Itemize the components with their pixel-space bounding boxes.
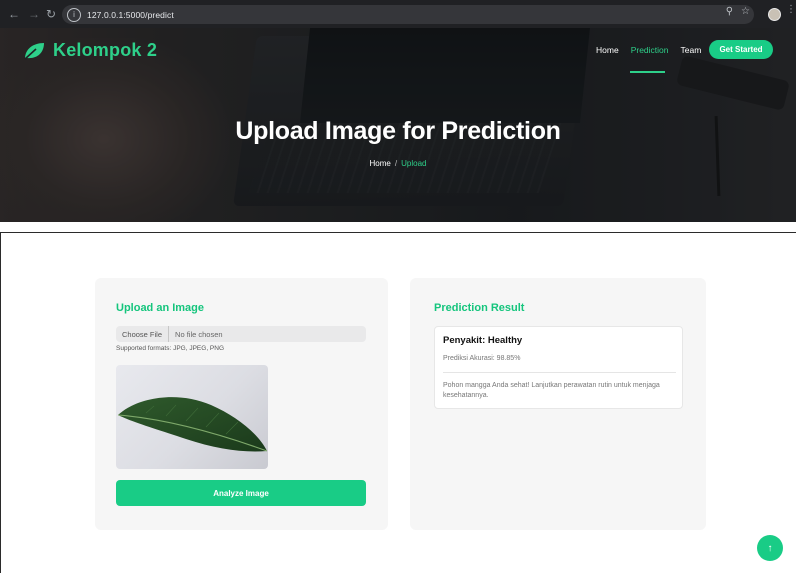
- result-divider: [443, 372, 676, 373]
- main-nav: Home Prediction Team: [596, 45, 713, 55]
- arrow-up-icon: ↑: [767, 542, 773, 554]
- breadcrumb-separator: /: [394, 159, 398, 168]
- reload-icon[interactable]: ↻: [43, 6, 59, 22]
- nav-home[interactable]: Home: [596, 45, 619, 55]
- hero-banner: Kelompok 2 Home Prediction Team Get Star…: [0, 28, 796, 222]
- browser-toolbar: ← → ↻ i 127.0.0.1:5000/predict ⚲ ☆ ⋮: [0, 0, 796, 28]
- profile-avatar[interactable]: [768, 8, 781, 21]
- active-nav-indicator: [630, 71, 665, 73]
- url-text[interactable]: 127.0.0.1:5000/predict: [87, 10, 174, 20]
- page-title: Upload Image for Prediction: [235, 117, 561, 145]
- breadcrumb-home[interactable]: Home: [370, 159, 391, 168]
- file-status: No file chosen: [175, 329, 223, 339]
- disease-label: Penyakit: Healthy: [443, 335, 523, 346]
- nav-team[interactable]: Team: [681, 45, 702, 55]
- breadcrumb: Home / Upload: [0, 159, 796, 168]
- get-started-button[interactable]: Get Started: [709, 40, 773, 59]
- image-preview: [116, 365, 268, 469]
- star-icon[interactable]: ☆: [741, 6, 750, 17]
- breadcrumb-current: Upload: [401, 159, 427, 168]
- advice-text: Pohon mangga Anda sehat! Lanjutkan peraw…: [443, 382, 660, 399]
- address-bar[interactable]: i 127.0.0.1:5000/predict ⚲ ☆: [62, 5, 754, 24]
- brand-name: Kelompok 2: [53, 40, 158, 60]
- analyze-button[interactable]: Analyze Image: [116, 480, 366, 506]
- nav-prediction[interactable]: Prediction: [631, 45, 669, 55]
- leaf-icon: [24, 42, 44, 60]
- result-card: Prediction Result Penyakit: Healthy Pred…: [410, 278, 706, 530]
- leaf-image: [117, 397, 268, 452]
- arrow-left-icon[interactable]: ←: [6, 6, 22, 22]
- file-input[interactable]: Choose File No file chosen: [116, 326, 366, 342]
- supported-formats: Supported formats: JPG, JPEG, PNG: [116, 345, 225, 352]
- zoom-icon[interactable]: ⚲: [726, 6, 733, 17]
- back-to-top-button[interactable]: ↑: [757, 535, 783, 561]
- arrow-right-icon[interactable]: →: [26, 6, 42, 22]
- result-title: Prediction Result: [434, 302, 525, 314]
- info-icon[interactable]: i: [67, 7, 81, 22]
- brand-logo[interactable]: Kelompok 2: [23, 40, 157, 61]
- menu-dots-icon[interactable]: ⋮: [786, 5, 796, 15]
- choose-file-button[interactable]: Choose File: [116, 326, 170, 342]
- upload-card: Upload an Image Choose File No file chos…: [95, 278, 388, 530]
- prediction-result-box: Penyakit: Healthy Prediksi Akurasi: 98.8…: [434, 326, 683, 409]
- accuracy-label: Prediksi Akurasi: 98.85%: [443, 355, 521, 362]
- upload-title: Upload an Image: [116, 302, 205, 314]
